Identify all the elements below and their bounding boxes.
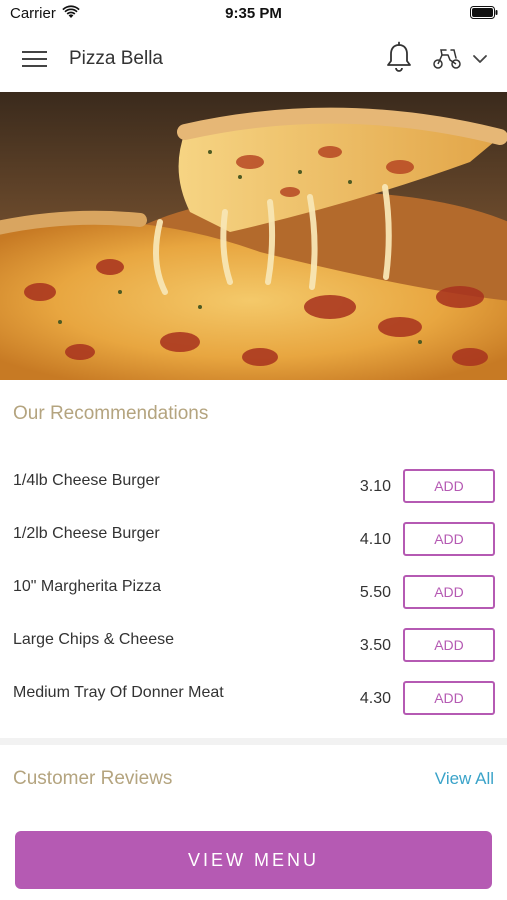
reviews-title: Customer Reviews [13, 768, 173, 789]
bell-icon[interactable] [385, 41, 413, 73]
page-title: Pizza Bella [69, 48, 163, 69]
item-name: Medium Tray Of Donner Meat [13, 684, 224, 701]
pizza-photo [0, 92, 507, 380]
add-button[interactable]: ADD [403, 522, 495, 556]
status-time: 9:35 PM [225, 5, 282, 22]
list-item: Medium Tray Of Donner Meat 4.30 ADD [0, 681, 507, 724]
item-name: 1/2lb Cheese Burger [13, 525, 160, 542]
status-bar: Carrier 9:35 PM [0, 0, 507, 26]
item-name: 10" Margherita Pizza [13, 578, 161, 595]
view-menu-button[interactable]: VIEW MENU [15, 831, 492, 889]
menu-icon[interactable] [22, 48, 48, 70]
list-item: Large Chips & Cheese 3.50 ADD [0, 628, 507, 671]
list-item: 10" Margherita Pizza 5.50 ADD [0, 575, 507, 618]
item-price: 3.10 [359, 478, 391, 495]
app-header: Pizza Bella [0, 26, 507, 92]
item-price: 4.10 [359, 531, 391, 548]
recommendations-title: Our Recommendations [13, 403, 209, 424]
add-button[interactable]: ADD [403, 575, 495, 609]
add-button[interactable]: ADD [403, 469, 495, 503]
battery-icon [470, 6, 498, 19]
scooter-icon[interactable] [432, 46, 462, 70]
add-button[interactable]: ADD [403, 628, 495, 662]
item-price: 3.50 [359, 637, 391, 654]
item-price: 4.30 [359, 690, 391, 707]
item-name: Large Chips & Cheese [13, 631, 174, 648]
chevron-down-icon[interactable] [472, 53, 488, 65]
item-price: 5.50 [359, 584, 391, 601]
list-item: 1/4lb Cheese Burger 3.10 ADD [0, 469, 507, 512]
view-all-link[interactable]: View All [435, 769, 494, 789]
hero-image [0, 92, 507, 380]
section-divider [0, 738, 507, 745]
list-item: 1/2lb Cheese Burger 4.10 ADD [0, 522, 507, 565]
item-name: 1/4lb Cheese Burger [13, 472, 160, 489]
add-button[interactable]: ADD [403, 681, 495, 715]
